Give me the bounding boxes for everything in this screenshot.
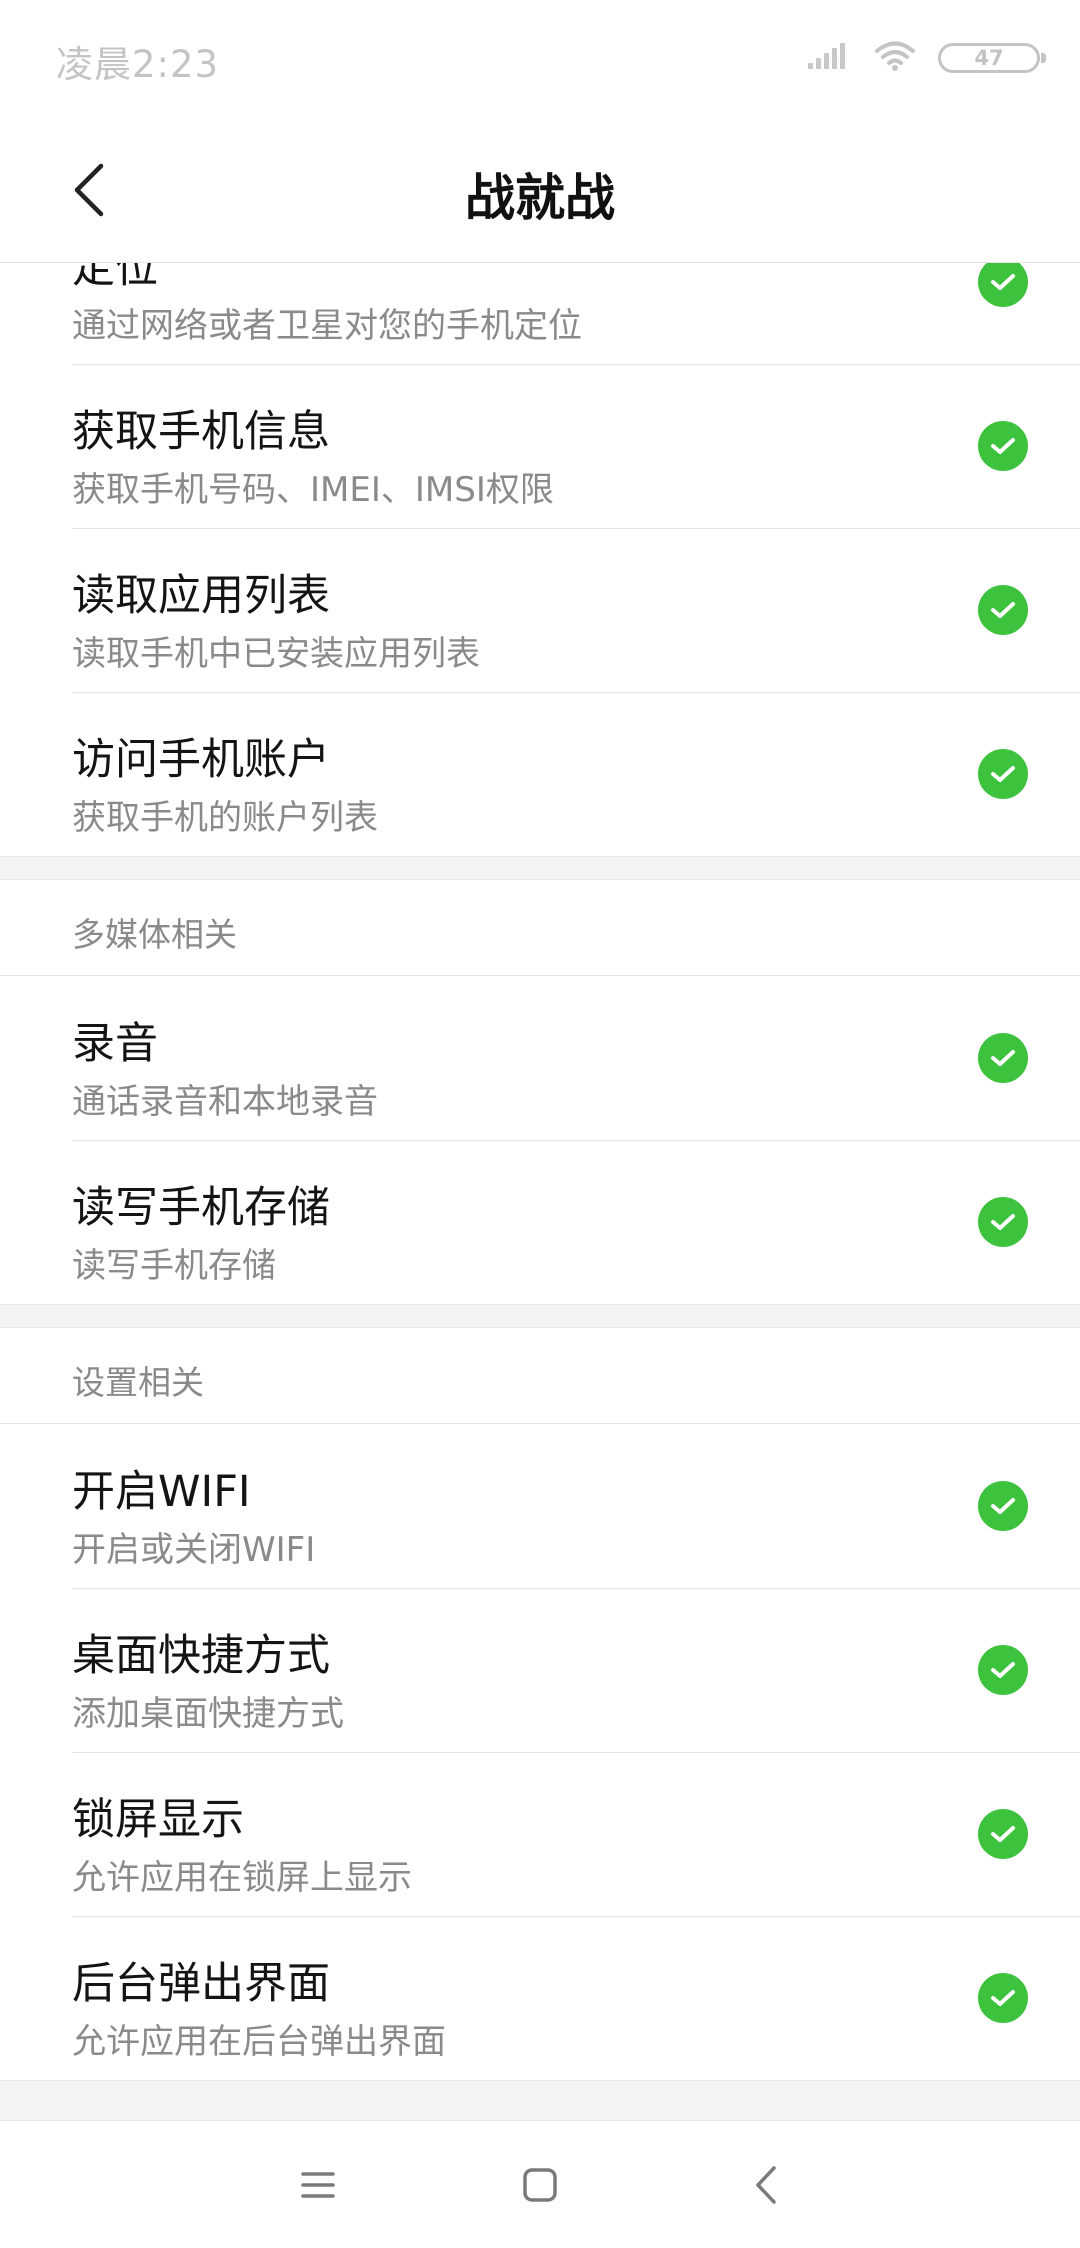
permission-title: 读取应用列表 [72,571,330,621]
status-time: 凌晨2:23 [56,43,220,86]
divider [72,1752,1080,1753]
permission-subtitle: 获取手机号码、IMEI、IMSI权限 [72,470,554,510]
permission-subtitle: 获取手机的账户列表 [72,798,378,838]
check-icon[interactable] [978,1033,1028,1083]
permission-subtitle: 读取手机中已安装应用列表 [72,634,480,674]
permission-title: 录音 [72,1019,158,1069]
permission-item-record[interactable]: 录音 通话录音和本地录音 [0,976,1080,1140]
battery-icon: 47 [938,43,1046,73]
divider [72,692,1080,693]
permission-subtitle: 读写手机存储 [72,1246,276,1286]
home-button[interactable] [502,2147,578,2223]
permission-subtitle: 添加桌面快捷方式 [72,1694,344,1734]
battery-tip [1041,53,1046,63]
signal-icon [808,41,852,75]
check-icon[interactable] [978,1645,1028,1695]
section-label: 设置相关 [72,1363,204,1402]
section-gap [0,2080,1080,2120]
permission-title: 锁屏显示 [72,1795,244,1845]
permission-subtitle: 开启或关闭WIFI [72,1530,316,1570]
permission-subtitle: 通话录音和本地录音 [72,1082,378,1122]
page-title: 战就战 [465,169,615,227]
check-icon[interactable] [978,1197,1028,1247]
permissions-list-container[interactable]: 定位 通过网络或者卫星对您的手机定位 获取手机信息 获取手机号码、IMEI、IM… [0,263,1080,2120]
permission-subtitle: 通过网络或者卫星对您的手机定位 [72,306,582,346]
back-icon [756,2166,776,2204]
check-icon[interactable] [978,1973,1028,2023]
check-icon[interactable] [978,585,1028,635]
divider [72,1588,1080,1589]
wifi-icon [874,40,916,76]
permission-item-phone-info[interactable]: 获取手机信息 获取手机号码、IMEI、IMSI权限 [0,364,1080,528]
permission-title: 获取手机信息 [72,407,330,457]
permission-item-popup[interactable]: 后台弹出界面 允许应用在后台弹出界面 [0,1916,1080,2080]
section-gap [0,1304,1080,1328]
section-header-settings: 设置相关 [0,1328,1080,1424]
navigation-bar [0,2120,1080,2248]
permission-item-shortcut[interactable]: 桌面快捷方式 添加桌面快捷方式 [0,1588,1080,1752]
permission-item-location[interactable]: 定位 通过网络或者卫星对您的手机定位 [0,263,1080,364]
home-icon [523,2168,557,2202]
permission-title: 访问手机账户 [72,735,330,785]
check-icon[interactable] [978,749,1028,799]
permission-title: 开启WIFI [72,1467,251,1517]
menu-icon [301,2172,335,2198]
header-bar: 战就战 [0,118,1080,263]
permission-title: 后台弹出界面 [72,1959,330,2009]
divider [72,1916,1080,1917]
menu-button[interactable] [280,2147,356,2223]
section-gap [0,856,1080,880]
permission-title: 读写手机存储 [72,1183,330,1233]
battery-level: 47 [974,45,1004,70]
permission-title: 桌面快捷方式 [72,1631,330,1681]
permission-item-storage[interactable]: 读写手机存储 读写手机存储 [0,1140,1080,1304]
section-label: 多媒体相关 [72,915,237,954]
check-icon[interactable] [978,1481,1028,1531]
section-header-multimedia: 多媒体相关 [0,880,1080,976]
check-icon[interactable] [978,263,1028,307]
screen: 凌晨2:23 47 战就战 定位 通过网络或者卫星对您的手机定位 获取手机信息 … [0,0,1080,2248]
permission-item-app-list[interactable]: 读取应用列表 读取手机中已安装应用列表 [0,528,1080,692]
permission-subtitle: 允许应用在后台弹出界面 [72,2022,446,2062]
nav-back-button[interactable] [728,2147,804,2223]
status-bar: 凌晨2:23 47 [0,0,1080,118]
permission-item-accounts[interactable]: 访问手机账户 获取手机的账户列表 [0,692,1080,856]
permission-item-lockscreen[interactable]: 锁屏显示 允许应用在锁屏上显示 [0,1752,1080,1916]
check-icon[interactable] [978,421,1028,471]
status-icons: 47 [808,38,1046,78]
divider [72,1140,1080,1141]
divider [72,528,1080,529]
permission-subtitle: 允许应用在锁屏上显示 [72,1858,412,1898]
permission-item-wifi[interactable]: 开启WIFI 开启或关闭WIFI [0,1424,1080,1588]
check-icon[interactable] [978,1809,1028,1859]
permissions-list: 定位 通过网络或者卫星对您的手机定位 获取手机信息 获取手机号码、IMEI、IM… [0,263,1080,2120]
permission-title: 定位 [72,263,158,293]
divider [72,364,1080,365]
